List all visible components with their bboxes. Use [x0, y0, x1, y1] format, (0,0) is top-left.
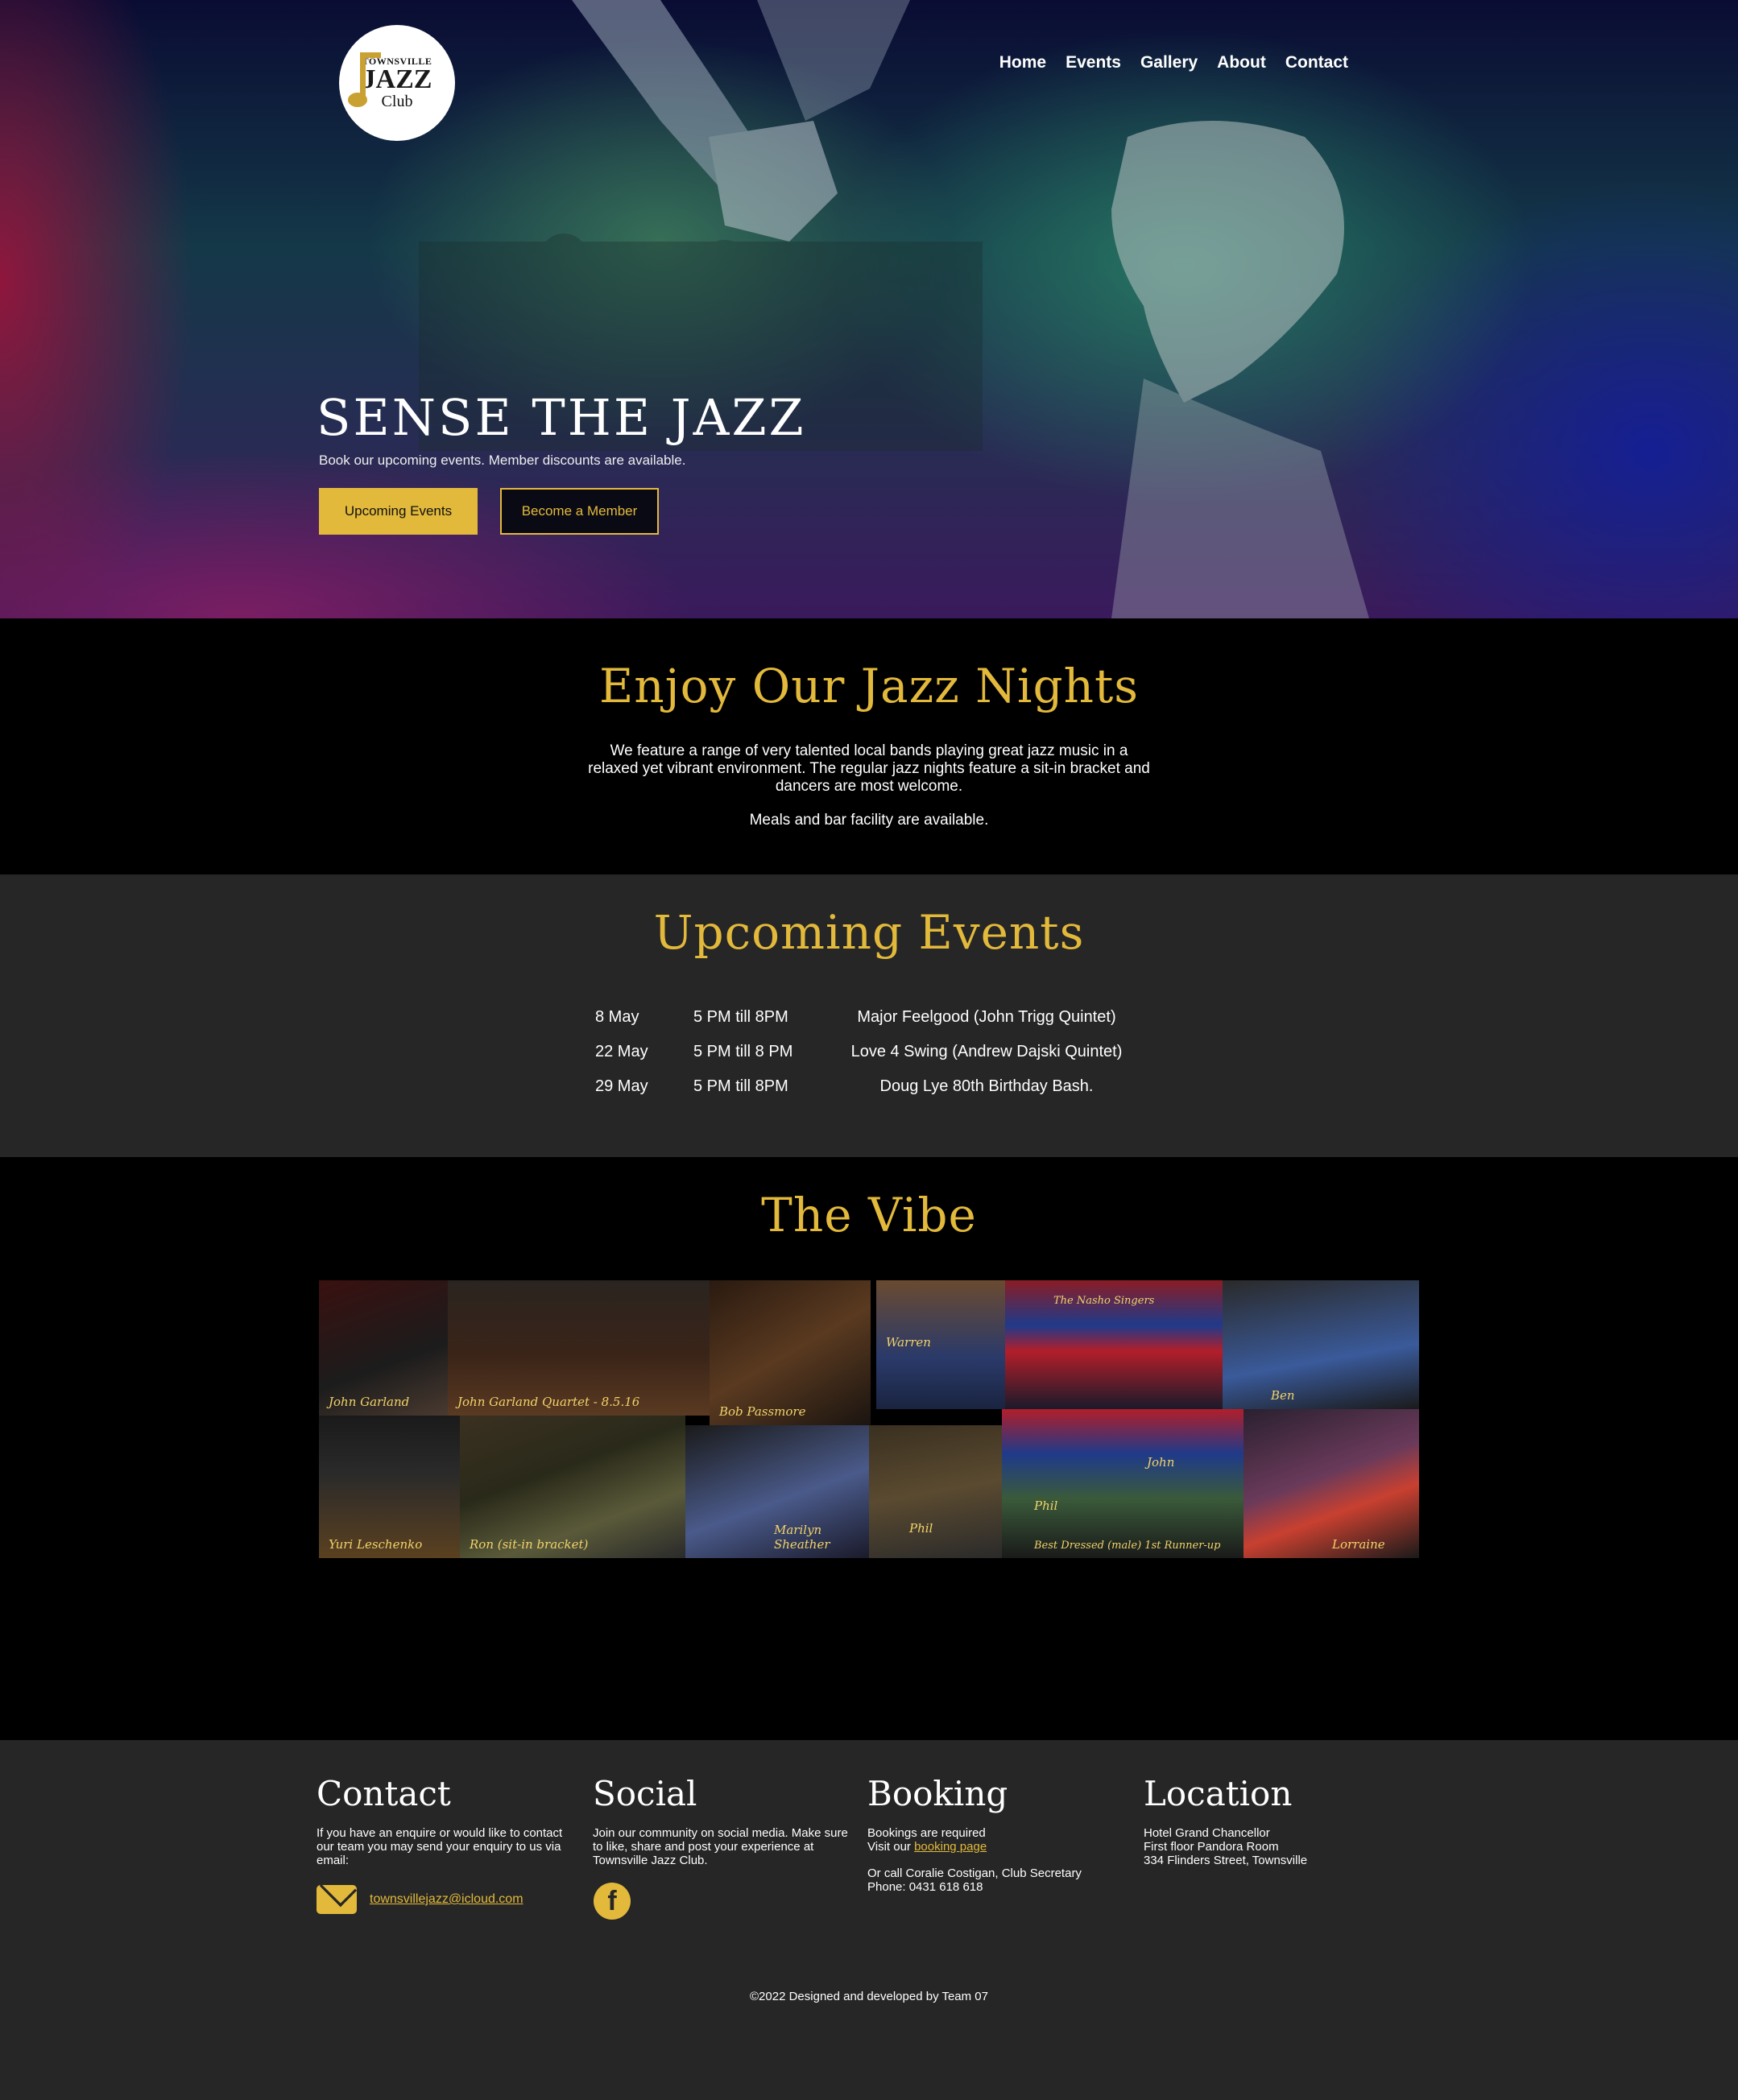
location-address: 334 Flinders Street, Townsville — [1144, 1854, 1308, 1867]
event-name: Major Feelgood (John Trigg Quintet) — [857, 1008, 1116, 1026]
photo-caption: Best Dressed (male) 1st Runner-up — [1034, 1540, 1221, 1552]
hero-section: TOWNSVILLE JAZZ Club Home Events Gallery… — [0, 0, 1738, 618]
location-room: First floor Pandora Room — [1144, 1840, 1279, 1854]
gallery-photo[interactable]: Ron (sit-in bracket) — [460, 1416, 685, 1558]
event-time: 5 PM till 8PM — [693, 1008, 788, 1026]
event-row[interactable]: 8 May 5 PM till 8PM Major Feelgood (John… — [0, 1008, 1738, 1032]
event-time: 5 PM till 8PM — [693, 1077, 788, 1095]
booking-phone: Phone: 0431 618 618 — [867, 1880, 983, 1894]
footer-social: Social Join our community on social medi… — [593, 1774, 850, 1867]
footer: Contact If you have an enquire or would … — [0, 1740, 1738, 2100]
club-logo[interactable]: TOWNSVILLE JAZZ Club — [339, 25, 455, 141]
footer-contact-text: If you have an enquire or would like to … — [317, 1826, 563, 1867]
photo-caption: Ron (sit-in bracket) — [470, 1537, 589, 1552]
booking-visit: Visit our booking page — [867, 1840, 1125, 1854]
gallery-photo[interactable]: Phil John Best Dressed (male) 1st Runner… — [1002, 1409, 1243, 1558]
vibe-section: The Vibe John Garland John Garland Quart… — [0, 1157, 1738, 1740]
event-row[interactable]: 29 May 5 PM till 8PM Doug Lye 80th Birth… — [0, 1077, 1738, 1102]
music-note-icon — [348, 52, 381, 107]
footer-location-title: Location — [1144, 1774, 1293, 1813]
photo-caption: John Garland — [329, 1395, 410, 1409]
vibe-title: The Vibe — [761, 1188, 977, 1242]
copyright: ©2022 Designed and developed by Team 07 — [750, 1990, 988, 2003]
gallery-photo[interactable]: The Nasho Singers — [1005, 1280, 1223, 1409]
photo-caption: Ben — [1271, 1388, 1295, 1403]
gallery-photo[interactable]: John Garland — [319, 1280, 448, 1416]
upcoming-events-button[interactable]: Upcoming Events — [319, 488, 478, 535]
booking-call: Or call Coralie Costigan, Club Secretary — [867, 1866, 1082, 1880]
photo-caption: Lorraine — [1332, 1537, 1385, 1552]
email-contact: townsvillejazz@icloud.com — [317, 1885, 523, 1914]
envelope-icon[interactable] — [317, 1885, 357, 1914]
email-link[interactable]: townsvillejazz@icloud.com — [370, 1892, 523, 1907]
footer-location: Location Hotel Grand Chancellor First fl… — [1144, 1774, 1401, 1867]
nav-events[interactable]: Events — [1066, 53, 1121, 72]
intro-section: Enjoy Our Jazz Nights We feature a range… — [0, 618, 1738, 874]
nav-contact[interactable]: Contact — [1285, 53, 1348, 72]
footer-booking-title: Booking — [867, 1774, 1008, 1813]
gallery-photo[interactable]: Ben — [1223, 1280, 1419, 1409]
photo-collage[interactable]: John Garland John Garland Quartet - 8.5.… — [319, 1280, 1419, 1558]
footer-contact: Contact If you have an enquire or would … — [317, 1774, 574, 1867]
intro-title: Enjoy Our Jazz Nights — [598, 659, 1140, 713]
photo-caption: Yuri Leschenko — [329, 1537, 423, 1552]
nav-about[interactable]: About — [1217, 53, 1266, 72]
gallery-photo[interactable]: Lorraine — [1243, 1409, 1419, 1558]
booking-visit-prefix: Visit our — [867, 1840, 915, 1854]
intro-text-meals: Meals and bar facility are available. — [749, 812, 989, 829]
events-title: Upcoming Events — [653, 905, 1085, 960]
hero-subtitle: Book our upcoming events. Member discoun… — [319, 453, 686, 468]
photo-caption: John Garland Quartet - 8.5.16 — [457, 1395, 640, 1409]
nav-gallery[interactable]: Gallery — [1140, 53, 1198, 72]
photo-caption: Marilyn Sheather — [774, 1523, 830, 1552]
event-name: Doug Lye 80th Birthday Bash. — [879, 1077, 1094, 1095]
booking-page-link[interactable]: booking page — [914, 1840, 987, 1854]
event-date: 22 May — [595, 1043, 648, 1060]
intro-text: We feature a range of very talented loca… — [588, 742, 1150, 795]
photo-caption: The Nasho Singers — [1053, 1295, 1155, 1307]
gallery-photo[interactable]: John Garland Quartet - 8.5.16 — [448, 1280, 710, 1416]
hero-background-photo — [419, 0, 1369, 618]
footer-contact-title: Contact — [317, 1774, 451, 1813]
facebook-icon[interactable]: f — [594, 1883, 631, 1920]
gallery-photo[interactable]: Phil — [869, 1425, 1002, 1558]
main-nav: Home Events Gallery About Contact — [999, 53, 1348, 72]
footer-social-title: Social — [593, 1774, 697, 1813]
booking-required: Bookings are required — [867, 1826, 986, 1840]
photo-caption: Phil — [909, 1521, 933, 1536]
location-venue: Hotel Grand Chancellor — [1144, 1826, 1270, 1840]
footer-social-text: Join our community on social media. Make… — [593, 1826, 848, 1867]
event-date: 8 May — [595, 1008, 639, 1026]
logo-line-3: Club — [381, 93, 413, 110]
event-date: 29 May — [595, 1077, 648, 1095]
events-section: Upcoming Events 8 May 5 PM till 8PM Majo… — [0, 874, 1738, 1157]
gallery-photo[interactable]: Marilyn Sheather — [685, 1425, 869, 1558]
hero-title: SENSE THE JAZZ — [317, 388, 806, 447]
gallery-photo[interactable]: Warren — [876, 1280, 1005, 1409]
photo-caption: Warren — [886, 1335, 931, 1350]
gallery-photo[interactable]: Yuri Leschenko — [319, 1416, 460, 1558]
event-name: Love 4 Swing (Andrew Dajski Quintet) — [850, 1043, 1123, 1060]
become-member-button[interactable]: Become a Member — [500, 488, 659, 535]
footer-booking: Booking Bookings are required Visit our … — [867, 1774, 1125, 1894]
photo-caption: John — [1147, 1455, 1175, 1470]
gallery-photo[interactable]: Bob Passmore — [710, 1280, 871, 1425]
event-time: 5 PM till 8 PM — [693, 1043, 793, 1060]
nav-home[interactable]: Home — [999, 53, 1046, 72]
event-row[interactable]: 22 May 5 PM till 8 PM Love 4 Swing (Andr… — [0, 1043, 1738, 1067]
photo-caption: Phil — [1034, 1499, 1058, 1513]
photo-caption: Bob Passmore — [719, 1404, 806, 1419]
